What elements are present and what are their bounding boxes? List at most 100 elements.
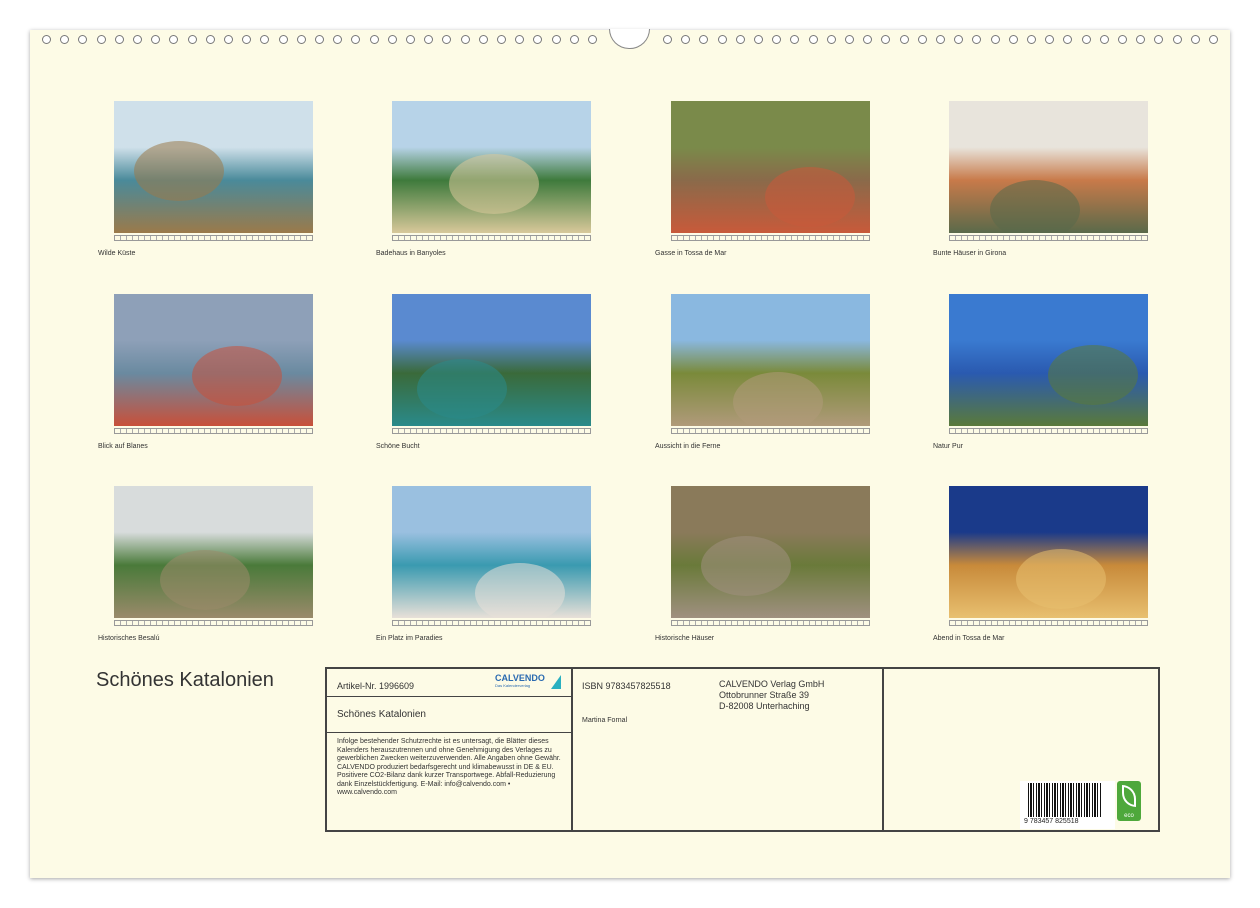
ring-hole <box>351 35 361 44</box>
ring-hole <box>296 35 306 44</box>
ring-hole <box>917 35 927 44</box>
ring-hole <box>881 35 891 44</box>
photo-image <box>949 101 1148 233</box>
month-strip <box>392 428 591 434</box>
photo-caption: Natur Pur <box>933 443 963 450</box>
photo-image <box>392 101 591 233</box>
photo-caption: Bunte Häuser in Girona <box>933 250 1007 257</box>
photo-thumbnail <box>114 486 313 626</box>
barcode: 9 783457 825518 <box>1020 781 1115 829</box>
ring-hole <box>151 35 161 44</box>
month-strip <box>671 428 870 434</box>
ring-hole <box>133 35 142 44</box>
ring-hole <box>315 35 324 44</box>
ring-hole <box>114 35 124 44</box>
photo-thumbnail <box>114 101 313 241</box>
ring-hole <box>1027 35 1036 44</box>
ring-hole <box>754 35 763 44</box>
ring-hole <box>387 35 397 44</box>
photo-thumbnail <box>392 486 591 626</box>
ring-hole <box>1209 35 1218 44</box>
ring-hole <box>826 35 836 44</box>
author: Martina Fornal <box>582 717 628 724</box>
month-strip <box>392 235 591 241</box>
ring-hole <box>260 35 270 44</box>
ring-hole <box>1099 35 1109 44</box>
ring-hole <box>60 35 70 44</box>
calendar-page: Wilde Küste Badehaus in Banyoles Gasse in … <box>30 29 1230 878</box>
ring-hole <box>772 35 782 44</box>
ring-hole <box>242 35 252 44</box>
month-strip <box>114 620 313 626</box>
ring-hole <box>551 35 561 44</box>
ring-hole <box>899 35 909 44</box>
month-strip <box>671 235 870 241</box>
ring-hole <box>406 35 415 44</box>
ring-hole <box>1190 35 1200 44</box>
month-strip <box>671 620 870 626</box>
photo-caption: Historische Häuser <box>655 635 715 642</box>
calendar-title: Schönes Katalonien <box>96 669 274 691</box>
month-strip <box>949 235 1148 241</box>
ring-hole <box>717 35 727 44</box>
ring-hole <box>533 35 543 44</box>
ring-hole <box>460 35 470 44</box>
ring-hole <box>588 35 597 44</box>
photo-thumbnail <box>392 294 591 434</box>
ring-hole <box>333 35 343 44</box>
ring-hole <box>735 35 745 44</box>
photo-image <box>392 294 591 426</box>
ring-hole <box>569 35 579 44</box>
info-title: Schönes Katalonien <box>337 709 426 720</box>
ring-hole <box>224 35 233 44</box>
ring-hole <box>515 35 525 44</box>
ring-hole <box>42 35 51 44</box>
photo-thumbnail <box>671 101 870 241</box>
photo-image <box>671 486 870 618</box>
photo-caption: Historisches Besalú <box>98 635 160 642</box>
photo-image <box>114 101 313 233</box>
photo-caption: Blick auf Blanes <box>98 443 148 450</box>
ring-hole <box>424 35 434 44</box>
photo-image <box>671 294 870 426</box>
photo-caption: Gasse in Tossa de Mar <box>655 250 727 257</box>
ring-hole <box>478 35 488 44</box>
ring-hole <box>169 35 179 44</box>
ring-hole <box>1045 35 1055 44</box>
ring-hole <box>278 35 288 44</box>
ring-hole <box>681 35 691 44</box>
calvendo-logo: CALVENDO Das Kalenderverlag <box>495 673 561 691</box>
ring-hole <box>497 35 506 44</box>
month-strip <box>949 428 1148 434</box>
ring-hole <box>1008 35 1018 44</box>
ring-hole <box>863 35 873 44</box>
ring-hole <box>1081 35 1091 44</box>
ring-hole <box>954 35 964 44</box>
isbn: ISBN 9783457825518 <box>582 681 671 691</box>
photo-image <box>671 101 870 233</box>
ring-hole <box>1063 35 1073 44</box>
month-strip <box>949 620 1148 626</box>
ring-hole <box>663 35 672 44</box>
photo-thumbnail <box>671 294 870 434</box>
ring-hole <box>369 35 379 44</box>
ring-hole <box>1154 35 1164 44</box>
month-strip <box>114 428 313 434</box>
photo-thumbnail <box>949 294 1148 434</box>
ring-hole <box>205 35 215 44</box>
photo-image <box>949 294 1148 426</box>
photo-caption: Abend in Tossa de Mar <box>933 635 1005 642</box>
photo-image <box>949 486 1148 618</box>
photo-thumbnail <box>392 101 591 241</box>
info-box: Artikel-Nr. 1996609 CALVENDO Das Kalende… <box>325 667 1160 832</box>
eco-icon: eco <box>1117 781 1141 821</box>
ring-hole <box>845 35 854 44</box>
photo-caption: Ein Platz im Paradies <box>376 635 443 642</box>
photo-image <box>114 294 313 426</box>
ring-hole <box>808 35 818 44</box>
photo-caption: Badehaus in Banyoles <box>376 250 446 257</box>
ring-hole <box>96 35 106 44</box>
publisher-address: CALVENDO Verlag GmbH Ottobrunner Straße … <box>719 679 825 711</box>
photo-thumbnail <box>671 486 870 626</box>
ring-hole <box>990 35 1000 44</box>
